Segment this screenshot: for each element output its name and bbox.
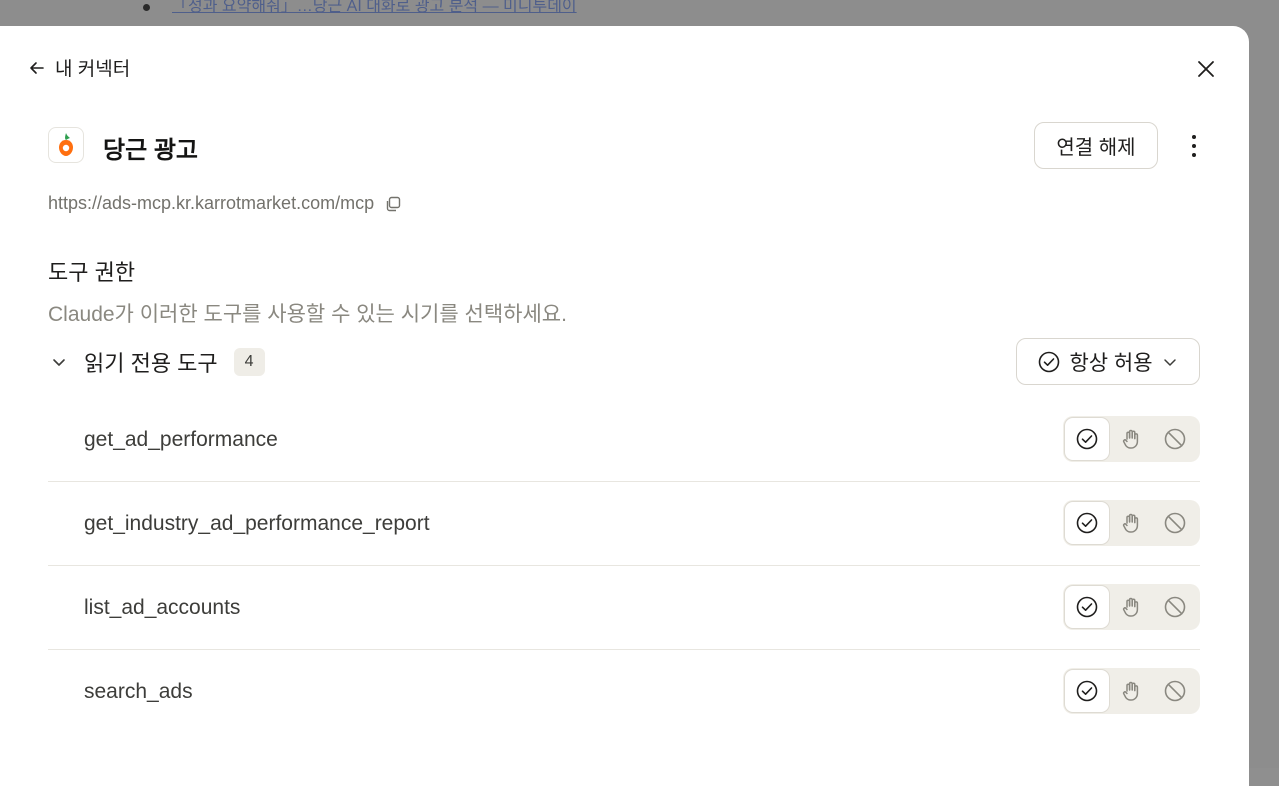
- block-icon: [1164, 596, 1186, 618]
- hand-icon: [1122, 513, 1139, 533]
- check-circle-icon: [1076, 512, 1098, 534]
- ask-permission-button[interactable]: [1109, 502, 1153, 544]
- tool-group-label: 읽기 전용 도구: [84, 351, 218, 376]
- always-allow-button[interactable]: [1065, 670, 1109, 712]
- always-allow-button[interactable]: [1065, 586, 1109, 628]
- always-allow-button[interactable]: [1065, 418, 1109, 460]
- tool-name: get_industry_ad_performance_report: [84, 512, 430, 535]
- tool-row: list_ad_accounts: [48, 566, 1200, 650]
- background-link[interactable]: 「성과 요약해줘」…당근 AI 대화로 광고 분석 — 미니투데이: [172, 0, 718, 14]
- tool-permissions-description: Claude가 이러한 도구를 사용할 수 있는 시기를 선택하세요.: [48, 303, 567, 326]
- tool-permission-selector: [1063, 584, 1200, 630]
- back-label: 내 커넥터: [55, 59, 131, 80]
- connector-url: https://ads-mcp.kr.karrotmarket.com/mcp: [48, 193, 375, 213]
- chevron-down-icon: [1163, 358, 1176, 366]
- tool-permissions-title: 도구 권한: [48, 260, 136, 285]
- more-vertical-icon[interactable]: [1180, 130, 1208, 162]
- connector-logo: [48, 127, 84, 163]
- connector-url-row: https://ads-mcp.kr.karrotmarket.com/mcp: [48, 193, 402, 214]
- tool-name: list_ad_accounts: [84, 596, 241, 619]
- ask-permission-button[interactable]: [1109, 586, 1153, 628]
- connector-title: 당근 광고: [103, 137, 198, 164]
- block-icon: [1164, 428, 1186, 450]
- tool-row: search_ads: [48, 650, 1200, 734]
- block-button[interactable]: [1153, 586, 1197, 628]
- tool-row: get_ad_performance: [48, 398, 1200, 482]
- group-permission-dropdown[interactable]: 항상 허용: [1016, 338, 1200, 385]
- connector-modal: 내 커넥터 당근 광고 연결 해제 https://ads-mcp.kr.kar…: [0, 26, 1249, 786]
- tool-permission-selector: [1063, 500, 1200, 546]
- block-button[interactable]: [1153, 670, 1197, 712]
- check-circle-icon: [1076, 428, 1098, 450]
- block-icon: [1164, 512, 1186, 534]
- background-bullet: [143, 4, 150, 11]
- read-only-tools-toggle[interactable]: 읽기 전용 도구 4: [48, 346, 265, 378]
- check-circle-icon: [1076, 680, 1098, 702]
- group-permission-value: 항상 허용: [1069, 351, 1153, 375]
- hand-icon: [1122, 429, 1139, 449]
- hand-icon: [1122, 597, 1139, 617]
- back-button[interactable]: 내 커넥터: [27, 54, 130, 81]
- check-circle-icon: [1076, 596, 1098, 618]
- block-icon: [1164, 680, 1186, 702]
- ask-permission-button[interactable]: [1109, 670, 1153, 712]
- check-circle-icon: [1039, 351, 1060, 372]
- block-button[interactable]: [1153, 418, 1197, 460]
- disconnect-button[interactable]: 연결 해제: [1034, 122, 1158, 169]
- close-icon[interactable]: [1193, 56, 1219, 82]
- ask-permission-button[interactable]: [1109, 418, 1153, 460]
- tool-permission-selector: [1063, 668, 1200, 714]
- tool-count-badge: 4: [233, 348, 265, 376]
- hand-icon: [1122, 681, 1139, 701]
- tool-name: search_ads: [84, 680, 193, 703]
- chevron-down-icon: [53, 359, 65, 366]
- tool-name: get_ad_performance: [84, 428, 278, 451]
- always-allow-button[interactable]: [1065, 502, 1109, 544]
- copy-icon[interactable]: [384, 195, 402, 213]
- block-button[interactable]: [1153, 502, 1197, 544]
- arrow-left-icon: [30, 61, 44, 74]
- carrot-logo-icon: [59, 133, 73, 156]
- tool-permission-selector: [1063, 416, 1200, 462]
- tool-row: get_industry_ad_performance_report: [48, 482, 1200, 566]
